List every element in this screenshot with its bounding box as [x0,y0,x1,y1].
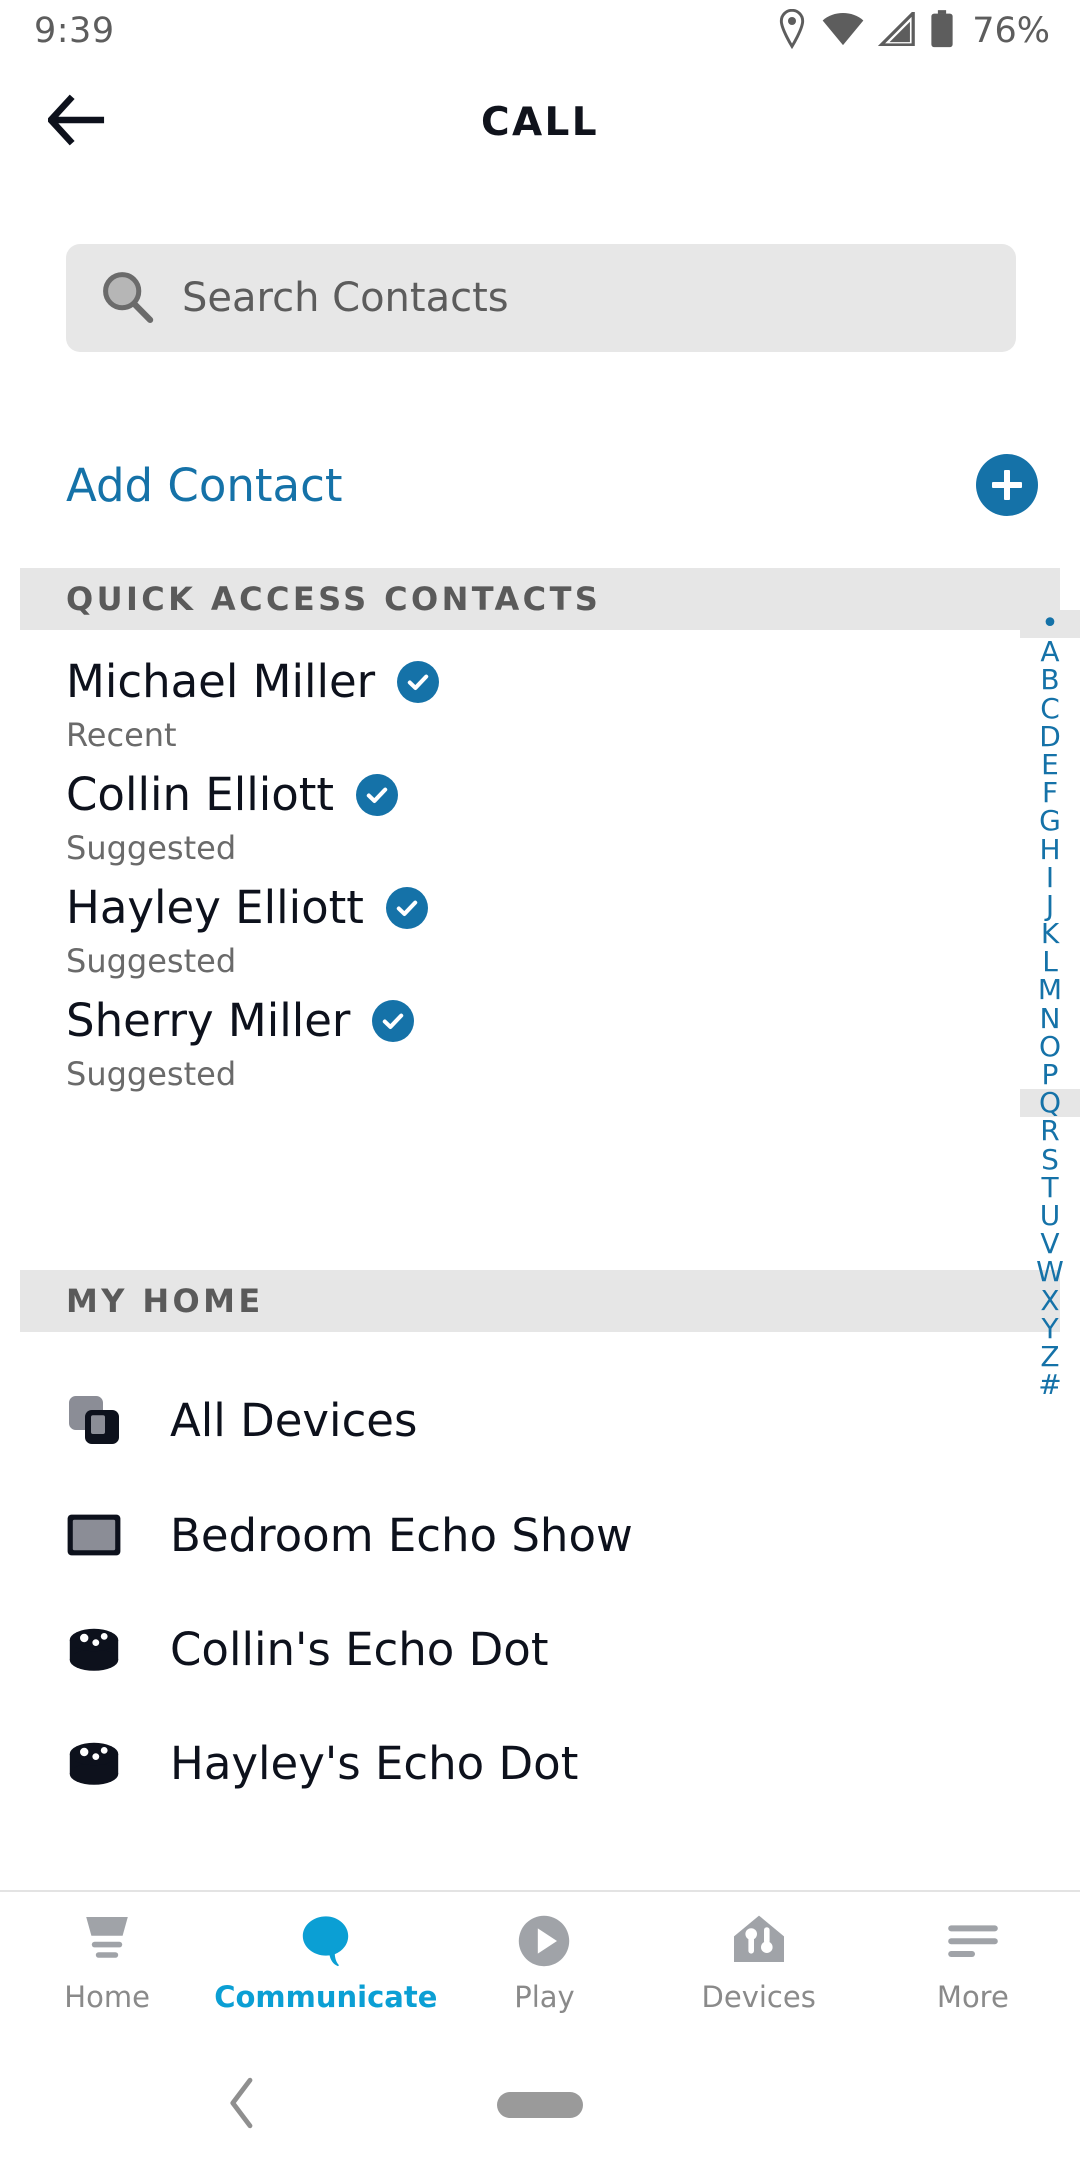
alpha-index-item[interactable]: G [1020,807,1080,835]
tab-devices[interactable]: Devices [652,1892,866,2052]
tab-home[interactable]: Home [0,1892,214,2052]
tab-communicate[interactable]: Communicate [214,1892,437,2052]
section-header-quick-access: QUICK ACCESS CONTACTS [20,568,1060,630]
call-screen: 9:39 76% CALL Search Contacts Add Contac… [0,0,1080,2160]
alpha-index-item[interactable]: L [1020,948,1080,976]
add-contact-button[interactable] [976,454,1038,516]
location-pin-icon [776,8,808,53]
device-name: Hayley's Echo Dot [170,1736,579,1790]
alpha-index-item[interactable]: O [1020,1032,1080,1061]
alpha-index-item[interactable]: F [1020,778,1080,807]
contact-subtitle: Recent [66,716,177,754]
alpha-index-item[interactable]: D [1020,722,1080,751]
search-placeholder: Search Contacts [182,275,509,321]
battery-icon [930,10,954,52]
stacked-squares-icon [66,1392,122,1448]
alpha-index-item[interactable]: # [1020,1370,1080,1399]
search-icon [100,269,154,327]
contact-name: Michael Miller [66,655,376,708]
alpha-index-item[interactable]: R [1020,1117,1080,1145]
plus-icon [993,471,1021,499]
home-pill-icon[interactable] [497,2092,583,2118]
hamburger-lines-icon [943,1910,1003,1972]
contact-row[interactable]: Collin Elliott Suggested [66,768,766,867]
status-bar: 9:39 76% [0,0,1080,62]
alpha-index-item[interactable]: Y [1020,1314,1080,1343]
alpha-index-item[interactable]: K [1020,919,1080,948]
device-row-echo-show[interactable]: Bedroom Echo Show [66,1490,926,1580]
alpha-index-item[interactable]: M [1020,976,1080,1004]
alpha-index-item[interactable]: E [1020,750,1080,779]
echo-dot-puck-icon [66,1735,122,1791]
add-contact-label[interactable]: Add Contact [66,459,343,512]
contact-name: Hayley Elliott [66,881,364,934]
alpha-index-item[interactable]: • [1020,608,1080,639]
tab-play[interactable]: Play [437,1892,651,2052]
speech-bubble-icon [297,1910,355,1972]
section-header-my-home: MY HOME [20,1270,1060,1332]
verified-check-icon [385,886,428,929]
echo-dot-puck-icon [66,1621,122,1677]
alpha-index-item[interactable]: S [1020,1145,1080,1174]
device-row-all-devices[interactable]: All Devices [66,1375,926,1465]
echo-show-screen-icon [66,1507,122,1563]
tab-label: Communicate [214,1980,438,2014]
device-name: All Devices [170,1393,418,1447]
contact-subtitle: Suggested [66,1055,237,1093]
alpha-index-item[interactable]: B [1020,666,1080,694]
tab-label: Home [64,1980,150,2014]
device-name: Collin's Echo Dot [170,1622,549,1676]
contact-row[interactable]: Sherry Miller Suggested [66,994,766,1093]
tab-label: Devices [701,1980,816,2014]
android-system-nav [0,2050,1080,2160]
wifi-icon [822,12,864,50]
device-row-echo-dot-hayley[interactable]: Hayley's Echo Dot [66,1718,926,1808]
add-contact-row[interactable]: Add Contact [0,430,1080,540]
alpha-index-item[interactable]: U [1020,1201,1080,1230]
contact-name: Collin Elliott [66,768,335,821]
tab-label: More [936,1980,1009,2014]
play-circle-icon [515,1910,573,1972]
alpha-index-item[interactable]: Z [1020,1342,1080,1371]
alpha-index-item[interactable]: X [1020,1286,1080,1315]
verified-check-icon [356,773,399,816]
status-icons-group: 76% [776,8,1050,53]
alpha-index-item[interactable]: W [1020,1258,1080,1286]
tab-more[interactable]: More [866,1892,1080,2052]
contact-subtitle: Suggested [66,942,237,980]
contact-row[interactable]: Hayley Elliott Suggested [66,881,766,980]
app-bar: CALL [0,62,1080,182]
verified-check-icon [372,999,415,1042]
status-time: 9:39 [34,11,115,51]
bottom-navigation-bar: Home Communicate Play Devices More [0,1890,1080,2050]
alpha-index-item[interactable]: P [1020,1060,1080,1089]
battery-percent-label: 76% [972,11,1050,51]
alpha-index-item[interactable]: Q [1020,1088,1080,1118]
alpha-index-item[interactable]: T [1020,1173,1080,1202]
alpha-index-item[interactable]: N [1020,1004,1080,1033]
verified-check-icon [397,660,440,703]
cellular-signal-icon [877,9,916,50]
alpha-index-item[interactable]: J [1020,891,1080,920]
alpha-index-item[interactable]: H [1020,835,1080,864]
device-row-echo-dot-collin[interactable]: Collin's Echo Dot [66,1604,926,1694]
chevron-left-icon[interactable] [228,2077,258,2133]
alpha-index-item[interactable]: I [1020,863,1080,892]
alpha-index-item[interactable]: C [1020,694,1080,723]
tab-label: Play [514,1980,575,2014]
alpha-index-item[interactable]: V [1020,1229,1080,1258]
alphabet-index-scrubber[interactable]: • A B C D E F G H I J K L M N O P Q R S … [1020,608,1080,1399]
contact-subtitle: Suggested [66,829,237,867]
house-sliders-icon [730,1910,788,1972]
contact-row[interactable]: Michael Miller Recent [66,655,766,754]
alpha-index-item[interactable]: A [1020,637,1080,666]
search-input[interactable]: Search Contacts [66,244,1016,352]
device-name: Bedroom Echo Show [170,1508,633,1562]
contact-name: Sherry Miller [66,994,351,1047]
lamp-home-icon [77,1910,137,1972]
page-title: CALL [480,99,600,145]
